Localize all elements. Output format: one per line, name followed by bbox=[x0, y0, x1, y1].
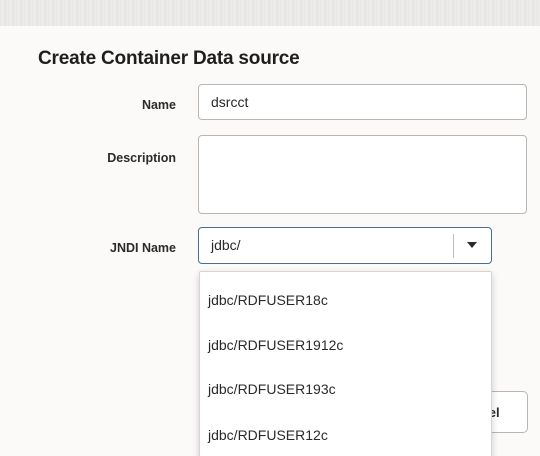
name-label: Name bbox=[141, 98, 176, 112]
jndi-name-combobox[interactable]: jdbc/ bbox=[198, 227, 492, 264]
dropdown-option[interactable]: jdbc/RDFUSER1912c bbox=[208, 337, 343, 353]
description-label: Description bbox=[107, 151, 176, 165]
create-container-datasource-dialog: Create Container Data source Name dsrcct… bbox=[0, 0, 540, 456]
dropdown-option[interactable]: jdbc/RDFUSER12c bbox=[208, 427, 328, 443]
name-field-value: dsrcct bbox=[211, 94, 249, 110]
name-field[interactable]: dsrcct bbox=[198, 84, 527, 120]
caret-down-icon bbox=[467, 242, 477, 248]
dropdown-option[interactable]: jdbc/RDFUSER193c bbox=[208, 381, 336, 397]
jndi-name-value: jdbc/ bbox=[211, 237, 241, 253]
dropdown-option[interactable]: jdbc/RDFUSER18c bbox=[208, 292, 328, 308]
description-field[interactable] bbox=[198, 135, 527, 214]
dropdown-toggle-button[interactable] bbox=[454, 228, 491, 262]
jndi-name-label: JNDI Name bbox=[110, 241, 176, 255]
jndi-options-dropdown: jdbc/RDFUSER18c jdbc/RDFUSER1912c jdbc/R… bbox=[199, 271, 492, 456]
top-header-strip bbox=[0, 0, 540, 26]
page-title: Create Container Data source bbox=[38, 48, 300, 69]
